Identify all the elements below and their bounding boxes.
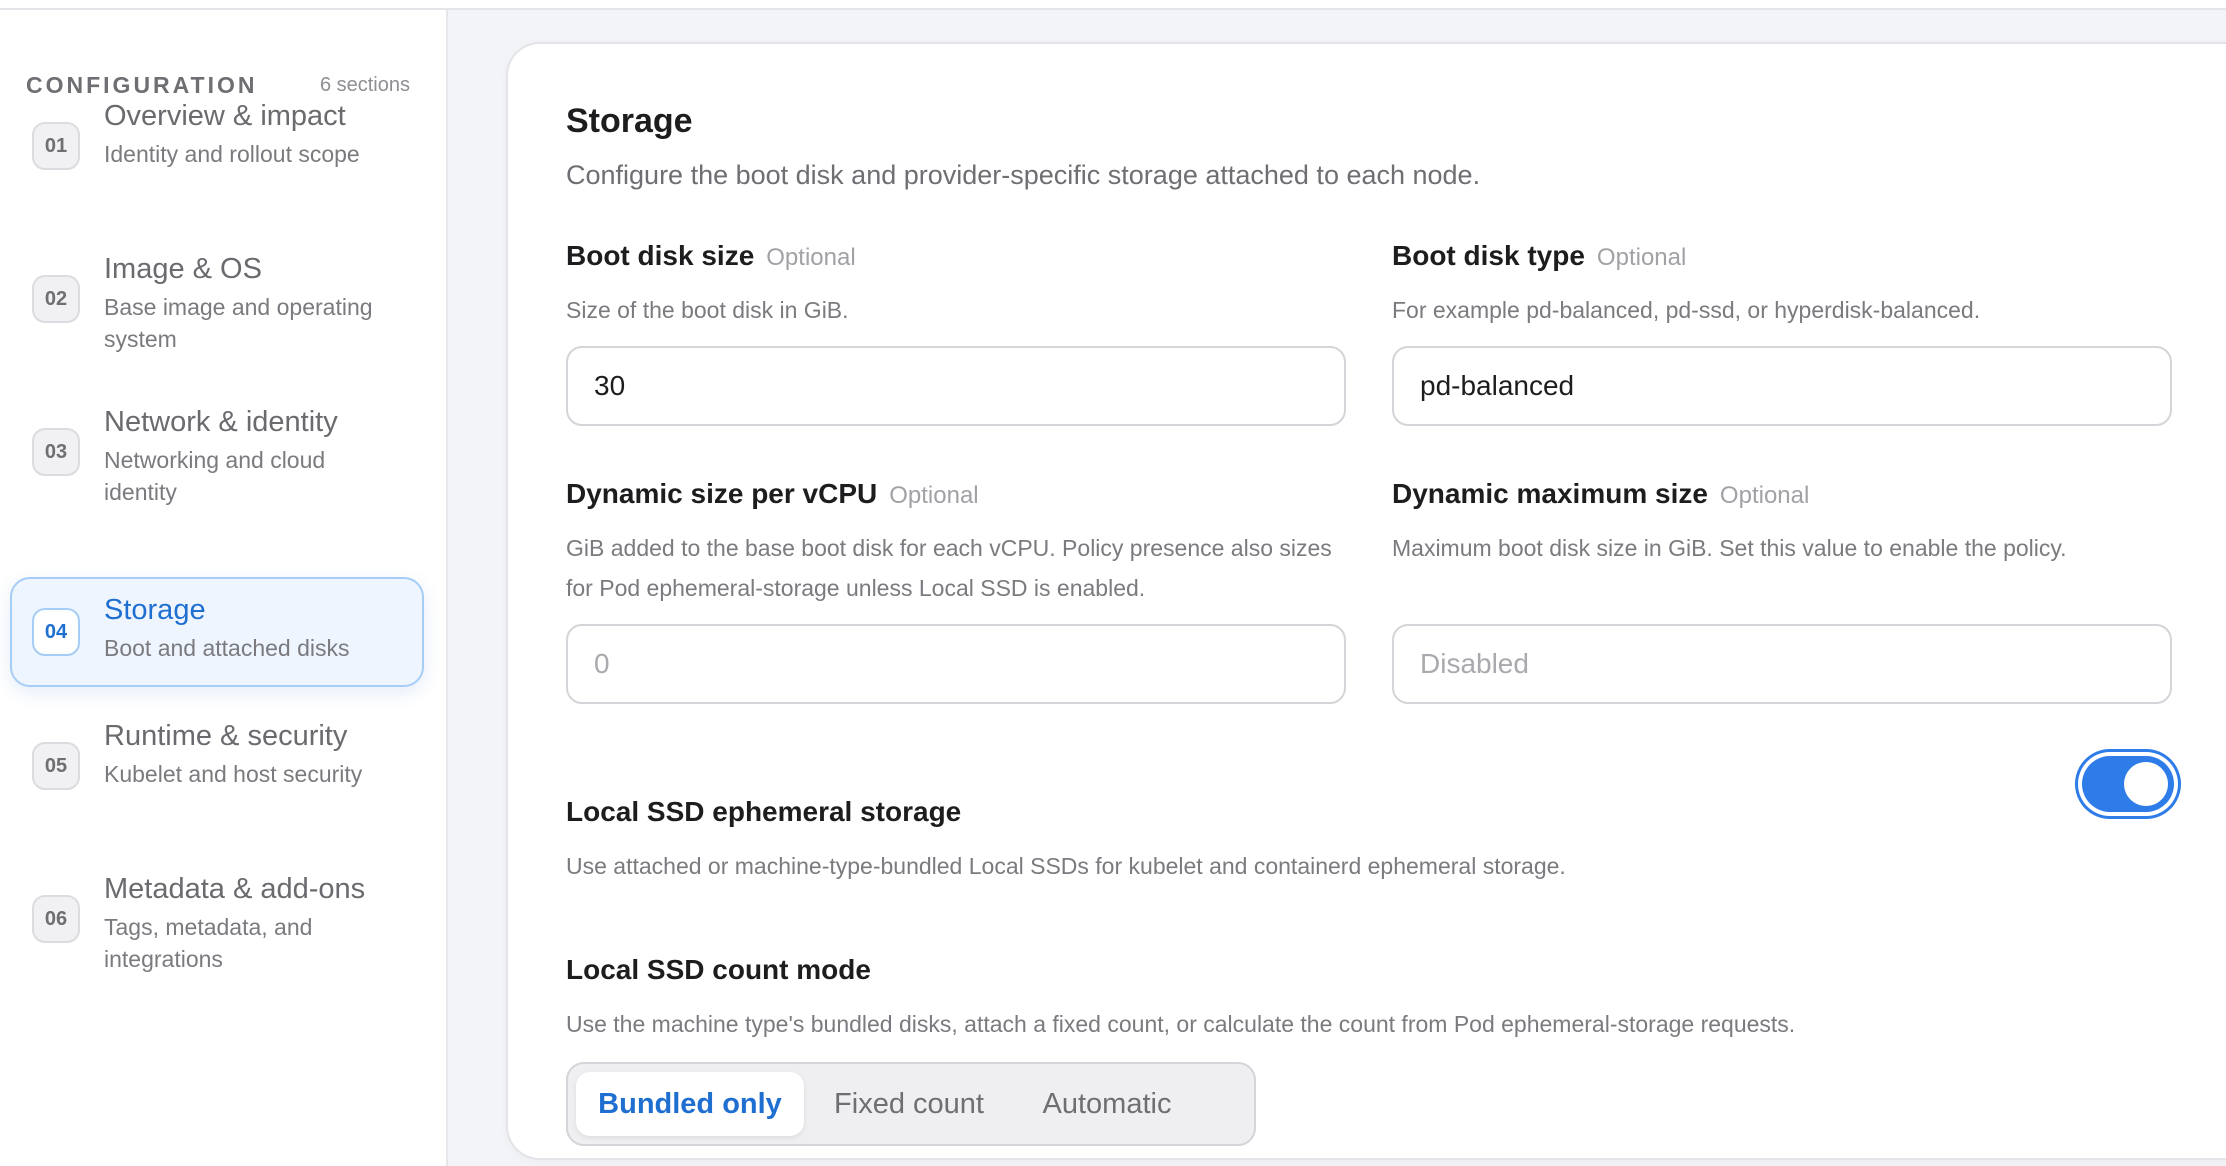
sidebar-item-description: Identity and rollout scope <box>104 141 360 167</box>
segment-bundled-only[interactable]: Bundled only <box>576 1072 804 1136</box>
step-number-badge: 03 <box>32 428 80 476</box>
sidebar-item-label: Runtime & security <box>104 720 348 752</box>
field-label-text: Boot disk type <box>1392 240 1585 271</box>
boot-disk-type-input[interactable] <box>1392 346 2172 426</box>
local-ssd-help: Use attached or machine-type-bundled Loc… <box>566 853 1566 879</box>
sidebar-item-description: Networking and cloud identity <box>104 447 326 505</box>
field-label-text: Boot disk size <box>566 240 755 271</box>
toggle-knob <box>2124 762 2168 806</box>
local-ssd-toggle[interactable] <box>2082 756 2174 812</box>
sidebar-item-image-os[interactable]: 02 Image & OS Base image and operating s… <box>10 247 424 352</box>
window-top-edge <box>0 0 2226 10</box>
sidebar-item-description: Tags, metadata, and integrations <box>104 914 313 972</box>
sidebar-item-description: Base image and operating system <box>104 294 373 352</box>
page-title: Storage <box>566 102 693 140</box>
local-ssd-label: Local SSD ephemeral storage <box>566 796 962 827</box>
sidebar-item-label: Overview & impact <box>104 100 346 132</box>
page-description: Configure the boot disk and provider-spe… <box>566 160 1481 190</box>
dynamic-size-per-vcpu-help: GiB added to the base boot disk for each… <box>566 535 1332 601</box>
step-number-badge: 01 <box>32 122 80 170</box>
sidebar-item-overview[interactable]: 01 Overview & impact Identity and rollou… <box>10 94 424 194</box>
segment-fixed-count[interactable]: Fixed count <box>812 1072 1006 1136</box>
sidebar-item-label: Storage <box>104 594 206 626</box>
sidebar-item-metadata-addons[interactable]: 06 Metadata & add-ons Tags, metadata, an… <box>10 867 424 972</box>
sidebar-item-description: Boot and attached disks <box>104 635 350 661</box>
boot-disk-size-help: Size of the boot disk in GiB. <box>566 297 849 323</box>
field-label-text: Dynamic maximum size <box>1392 478 1708 509</box>
local-ssd-count-mode-label: Local SSD count mode <box>566 954 871 985</box>
dynamic-size-per-vcpu-input[interactable] <box>566 624 1346 704</box>
field-label-text: Dynamic size per vCPU <box>566 478 878 509</box>
step-number-badge: 04 <box>32 608 80 656</box>
boot-disk-type-label: Boot disk type Optional <box>1392 240 1686 272</box>
sidebar-item-label: Network & identity <box>104 406 338 438</box>
step-number-badge: 02 <box>32 275 80 323</box>
storage-card: Storage Configure the boot disk and prov… <box>506 42 2226 1160</box>
sidebar-item-description: Kubelet and host security <box>104 761 363 787</box>
sidebar-item-storage[interactable]: 04 Storage Boot and attached disks <box>10 577 424 687</box>
sidebar-item-runtime-security[interactable]: 05 Runtime & security Kubelet and host s… <box>10 714 424 814</box>
optional-tag: Optional <box>889 482 979 509</box>
sidebar-item-label: Image & OS <box>104 253 262 285</box>
dynamic-max-size-input[interactable] <box>1392 624 2172 704</box>
boot-disk-size-input[interactable] <box>566 346 1346 426</box>
boot-disk-type-help: For example pd-balanced, pd-ssd, or hype… <box>1392 297 1981 323</box>
optional-tag: Optional <box>1596 244 1687 271</box>
segment-automatic[interactable]: Automatic <box>1014 1072 1200 1136</box>
step-number-badge: 05 <box>32 742 80 790</box>
local-ssd-count-mode-selector: Bundled only Fixed count Automatic <box>566 1062 1256 1146</box>
optional-tag: Optional <box>1719 482 1810 509</box>
configuration-sidebar: CONFIGURATION 6 sections 01 Overview & i… <box>0 10 448 1166</box>
optional-tag: Optional <box>766 244 856 271</box>
sidebar-item-network-identity[interactable]: 03 Network & identity Networking and clo… <box>10 400 424 505</box>
local-ssd-count-mode-help: Use the machine type's bundled disks, at… <box>566 1011 1796 1037</box>
dynamic-max-size-help: Maximum boot disk size in GiB. Set this … <box>1392 535 2067 561</box>
dynamic-size-per-vcpu-label: Dynamic size per vCPU Optional <box>566 478 979 510</box>
step-number-badge: 06 <box>32 895 80 943</box>
sidebar-item-label: Metadata & add-ons <box>104 873 366 905</box>
dynamic-max-size-label: Dynamic maximum size Optional <box>1392 478 1809 510</box>
boot-disk-size-label: Boot disk size Optional <box>566 240 856 272</box>
